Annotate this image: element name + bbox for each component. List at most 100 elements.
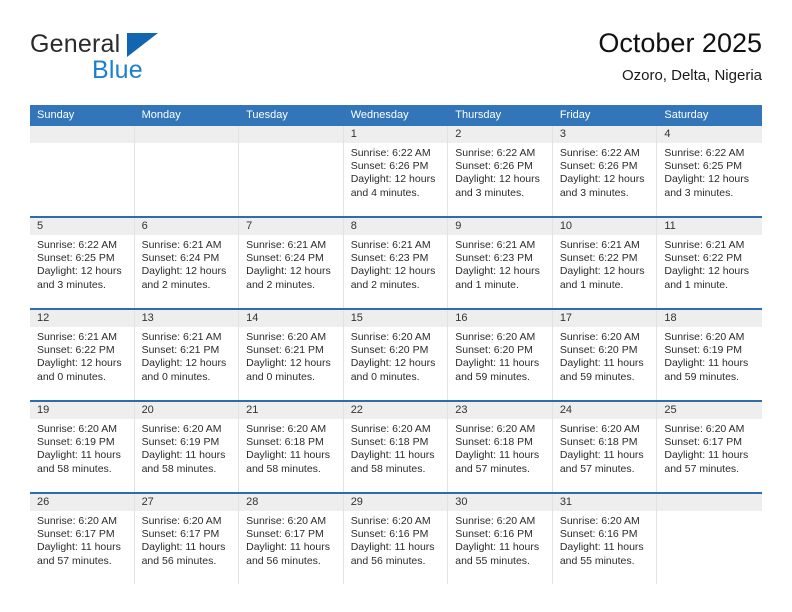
- day-daylight-line1-text: Daylight: 11 hours: [559, 449, 644, 462]
- day-daylight-line2-text: and 1 minute.: [559, 278, 624, 291]
- day-details: Sunrise: 6:20 AM Sunset: 6:17 PM Daylight:…: [30, 511, 134, 568]
- day-sunrise-text: Sunrise: 6:20 AM: [559, 423, 640, 435]
- day-daylight-line1-text: Daylight: 11 hours: [246, 541, 330, 554]
- brand-name-general: General: [30, 30, 121, 58]
- day-daylight-line2-text: and 2 minutes.: [141, 278, 211, 291]
- day-cell[interactable]: 30 Sunrise: 6:20 AM Sunset: 6:16 PM Dayligh…: [448, 494, 553, 584]
- day-sunrise-text: Sunrise: 6:20 AM: [664, 331, 745, 343]
- day-daylight-line1-text: Daylight: 11 hours: [246, 449, 330, 462]
- day-cell[interactable]: 14 Sunrise: 6:20 AM Sunset: 6:21 PM Dayligh…: [239, 310, 344, 400]
- day-cell[interactable]: 12 Sunrise: 6:21 AM Sunset: 6:22 PM Dayligh…: [30, 310, 135, 400]
- day-cell[interactable]: 26 Sunrise: 6:20 AM Sunset: 6:17 PM Dayligh…: [30, 494, 135, 584]
- day-details: Sunrise: 6:21 AM Sunset: 6:21 PM Daylight:…: [135, 327, 239, 384]
- day-number: 13: [134, 310, 239, 327]
- day-cell[interactable]: 17 Sunrise: 6:20 AM Sunset: 6:20 PM Dayligh…: [552, 310, 658, 400]
- day-cell[interactable]: 11 Sunrise: 6:21 AM Sunset: 6:22 PM Dayligh…: [657, 218, 762, 308]
- page-subtitle: Ozoro, Delta, Nigeria: [621, 67, 762, 84]
- day-daylight-line2-text: and 1 minute.: [455, 278, 519, 291]
- day-details: Sunrise: 6:22 AM Sunset: 6:26 PM Daylight:…: [448, 143, 552, 200]
- day-details: Sunrise: 6:20 AM Sunset: 6:18 PM Daylight:…: [553, 419, 657, 476]
- day-cell[interactable]: 21 Sunrise: 6:20 AM Sunset: 6:18 PM Dayligh…: [239, 402, 344, 492]
- day-sunrise-text: Sunrise: 6:20 AM: [246, 423, 327, 435]
- day-cell-empty: [30, 126, 135, 216]
- day-daylight-line2-text: and 57 minutes.: [455, 462, 530, 475]
- day-daylight-line1-text: Daylight: 12 hours: [350, 357, 436, 370]
- day-sunrise-text: Sunrise: 6:21 AM: [350, 239, 431, 251]
- day-daylight-line2-text: and 59 minutes.: [664, 370, 740, 383]
- day-cell[interactable]: 20 Sunrise: 6:20 AM Sunset: 6:19 PM Dayligh…: [134, 402, 240, 492]
- day-sunset-text: Sunset: 6:17 PM: [37, 528, 115, 541]
- day-number: [239, 126, 343, 143]
- day-daylight-line1-text: Daylight: 12 hours: [350, 265, 436, 278]
- day-cell[interactable]: 3 Sunrise: 6:22 AM Sunset: 6:26 PM Daylight…: [552, 126, 658, 216]
- calendar-grid: Sunday Monday Tuesday Wednesday Thursday Frid…: [30, 105, 762, 584]
- day-cell[interactable]: 24 Sunrise: 6:20 AM Sunset: 6:18 PM Dayligh…: [552, 402, 658, 492]
- day-sunset-text: Sunset: 6:25 PM: [664, 160, 743, 173]
- day-sunset-text: Sunset: 6:24 PM: [141, 252, 220, 265]
- day-details: Sunrise: 6:22 AM Sunset: 6:26 PM Daylight:…: [553, 143, 657, 200]
- day-cell[interactable]: 25 Sunrise: 6:20 AM Sunset: 6:17 PM Dayligh…: [657, 402, 762, 492]
- day-details: Sunrise: 6:20 AM Sunset: 6:20 PM Daylight:…: [344, 327, 448, 384]
- day-sunrise-text: Sunrise: 6:21 AM: [141, 331, 222, 343]
- day-daylight-line2-text: and 57 minutes.: [664, 462, 740, 475]
- day-number: 11: [657, 218, 762, 235]
- day-cell-empty: [239, 126, 344, 216]
- day-number: 9: [448, 218, 552, 235]
- calendar-week-row: 12 Sunrise: 6:21 AM Sunset: 6:22 PM Dayligh…: [30, 308, 762, 400]
- day-cell[interactable]: 13 Sunrise: 6:21 AM Sunset: 6:21 PM Dayligh…: [134, 310, 240, 400]
- day-cell[interactable]: 2 Sunrise: 6:22 AM Sunset: 6:26 PM Daylight…: [448, 126, 553, 216]
- day-number: 6: [134, 218, 239, 235]
- day-sunset-text: Sunset: 6:20 PM: [559, 344, 638, 357]
- day-number: 30: [448, 494, 552, 511]
- day-daylight-line2-text: and 56 minutes.: [246, 554, 321, 567]
- day-sunset-text: Sunset: 6:25 PM: [37, 252, 115, 265]
- day-cell[interactable]: 8 Sunrise: 6:21 AM Sunset: 6:23 PM Daylight…: [343, 218, 449, 308]
- day-number: 21: [239, 402, 343, 419]
- day-cell[interactable]: 10 Sunrise: 6:21 AM Sunset: 6:22 PM Dayligh…: [552, 218, 658, 308]
- day-number: 14: [239, 310, 343, 327]
- day-cell[interactable]: 5 Sunrise: 6:22 AM Sunset: 6:25 PM Daylight…: [30, 218, 135, 308]
- day-details: Sunrise: 6:20 AM Sunset: 6:18 PM Daylight:…: [344, 419, 448, 476]
- day-cell[interactable]: 31 Sunrise: 6:20 AM Sunset: 6:16 PM Dayligh…: [552, 494, 658, 584]
- day-cell[interactable]: 23 Sunrise: 6:20 AM Sunset: 6:18 PM Dayligh…: [448, 402, 553, 492]
- day-cell[interactable]: 22 Sunrise: 6:20 AM Sunset: 6:18 PM Dayligh…: [343, 402, 449, 492]
- day-cell[interactable]: 6 Sunrise: 6:21 AM Sunset: 6:24 PM Daylight…: [134, 218, 240, 308]
- day-number: 31: [552, 494, 657, 511]
- weekday-header-wednesday: Wednesday: [350, 109, 409, 121]
- day-number: 12: [30, 310, 134, 327]
- day-daylight-line1-text: Daylight: 12 hours: [664, 265, 750, 278]
- day-daylight-line1-text: Daylight: 12 hours: [37, 357, 122, 370]
- day-cell[interactable]: 1 Sunrise: 6:22 AM Sunset: 6:26 PM Daylight…: [343, 126, 449, 216]
- day-daylight-line2-text: and 59 minutes.: [455, 370, 530, 383]
- day-sunset-text: Sunset: 6:23 PM: [350, 252, 429, 265]
- day-daylight-line2-text: and 56 minutes.: [141, 554, 217, 567]
- brand-name-blue: Blue: [92, 56, 143, 84]
- day-number: 7: [239, 218, 343, 235]
- day-cell[interactable]: 29 Sunrise: 6:20 AM Sunset: 6:16 PM Dayligh…: [343, 494, 449, 584]
- brand-logo[interactable]: General Blue: [30, 30, 250, 92]
- day-number: 15: [343, 310, 448, 327]
- title-block: October 2025 Ozoro, Delta, Nigeria: [598, 26, 762, 87]
- day-details: Sunrise: 6:21 AM Sunset: 6:24 PM Daylight:…: [135, 235, 239, 292]
- day-cell[interactable]: 9 Sunrise: 6:21 AM Sunset: 6:23 PM Daylight…: [448, 218, 553, 308]
- day-cell[interactable]: 28 Sunrise: 6:20 AM Sunset: 6:17 PM Dayligh…: [239, 494, 344, 584]
- day-sunrise-text: Sunrise: 6:22 AM: [664, 147, 745, 159]
- day-cell[interactable]: 7 Sunrise: 6:21 AM Sunset: 6:24 PM Daylight…: [239, 218, 344, 308]
- day-daylight-line1-text: Daylight: 12 hours: [37, 265, 122, 278]
- day-sunset-text: Sunset: 6:18 PM: [559, 436, 638, 449]
- day-details: Sunrise: 6:20 AM Sunset: 6:16 PM Daylight:…: [448, 511, 552, 568]
- day-sunset-text: Sunset: 6:22 PM: [37, 344, 115, 357]
- day-number: 20: [134, 402, 239, 419]
- calendar-page: General Blue October 2025 Ozoro, Delta, …: [0, 0, 792, 612]
- day-details: Sunrise: 6:21 AM Sunset: 6:22 PM Daylight:…: [657, 235, 762, 292]
- day-cell[interactable]: 16 Sunrise: 6:20 AM Sunset: 6:20 PM Dayligh…: [448, 310, 553, 400]
- day-cell[interactable]: 27 Sunrise: 6:20 AM Sunset: 6:17 PM Dayligh…: [134, 494, 240, 584]
- day-sunset-text: Sunset: 6:18 PM: [350, 436, 429, 449]
- day-daylight-line2-text: and 58 minutes.: [350, 462, 426, 475]
- day-sunrise-text: Sunrise: 6:20 AM: [350, 331, 431, 343]
- day-cell[interactable]: 19 Sunrise: 6:20 AM Sunset: 6:19 PM Dayligh…: [30, 402, 135, 492]
- day-cell[interactable]: 15 Sunrise: 6:20 AM Sunset: 6:20 PM Dayligh…: [343, 310, 449, 400]
- day-cell[interactable]: 18 Sunrise: 6:20 AM Sunset: 6:19 PM Dayligh…: [657, 310, 762, 400]
- weekday-header-row: Sunday Monday Tuesday Wednesday Thursday Frid…: [30, 105, 762, 126]
- day-cell[interactable]: 4 Sunrise: 6:22 AM Sunset: 6:25 PM Daylight…: [657, 126, 762, 216]
